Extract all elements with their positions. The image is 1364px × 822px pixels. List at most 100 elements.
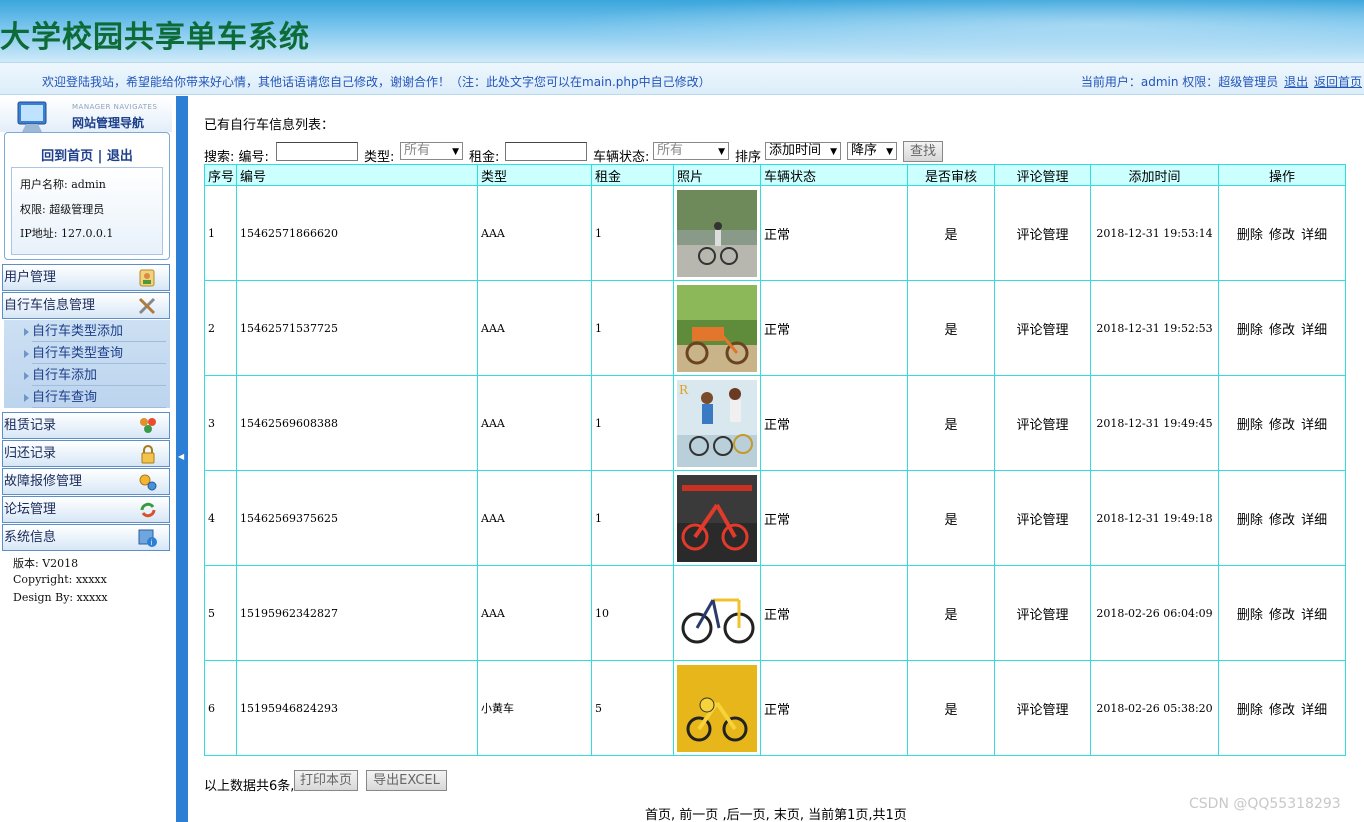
type-select[interactable]: 所有 ▼ <box>400 142 463 160</box>
comment-manage-link[interactable]: 评论管理 <box>994 280 1091 376</box>
comment-manage-link[interactable]: 评论管理 <box>994 565 1091 661</box>
exit-link[interactable]: 退出 <box>107 149 133 164</box>
comment-manage-link[interactable]: 评论管理 <box>994 375 1091 471</box>
role-text: 权限: 超级管理员 <box>20 203 105 216</box>
bike-photo[interactable] <box>677 474 757 562</box>
bike-code: 15195946824293 <box>236 660 478 756</box>
gears-icon <box>139 474 157 491</box>
sort-order-select[interactable]: 降序 ▼ <box>847 142 897 160</box>
table-header-row: 序号 编号 类型 租金 照片 车辆状态 是否审核 评论管理 添加时间 操作 <box>204 164 1346 186</box>
info-icon: i <box>138 529 157 547</box>
pager-first[interactable]: 首页, <box>645 808 675 822</box>
added-time: 2018-12-31 19:52:53 <box>1090 280 1219 376</box>
row-actions: 删除 修改 详细 <box>1218 470 1346 566</box>
export-excel-button[interactable]: 导出EXCEL <box>366 770 447 791</box>
detail-link[interactable]: 详细 <box>1301 513 1327 528</box>
home-link[interactable]: 回到首页 <box>41 149 93 164</box>
detail-link[interactable]: 详细 <box>1301 418 1327 433</box>
edit-link[interactable]: 修改 <box>1269 228 1295 243</box>
bike-type: AAA <box>477 185 592 281</box>
version-text: 版本: V2018 <box>13 557 79 570</box>
menu-label: 自行车信息管理 <box>4 298 96 313</box>
added-time: 2018-12-31 19:49:45 <box>1090 375 1219 471</box>
user-info-panel: 回到首页 | 退出 用户名称: admin 权限: 超级管理员 IP地址: 12… <box>4 132 170 260</box>
info-box: 用户名称: admin 权限: 超级管理员 IP地址: 127.0.0.1 <box>11 167 163 255</box>
table-body: 1 15462571866620 AAA 1 正常是评论管理 2018-12-31 19:… <box>204 185 1346 756</box>
pager-last[interactable]: 末页, <box>774 808 804 822</box>
delete-link[interactable]: 删除 <box>1237 418 1263 433</box>
row-index: 3 <box>204 375 237 471</box>
delete-link[interactable]: 删除 <box>1237 323 1263 338</box>
bike-photo[interactable] <box>677 284 757 372</box>
delete-link[interactable]: 删除 <box>1237 513 1263 528</box>
comment-manage-link[interactable]: 评论管理 <box>994 660 1091 756</box>
pager-prev[interactable]: 前一页 <box>679 808 718 822</box>
bike-rent: 1 <box>591 280 674 376</box>
sort-field-select[interactable]: 添加时间 ▼ <box>765 142 841 160</box>
print-button[interactable]: 打印本页 <box>294 770 358 791</box>
added-time: 2018-02-26 06:04:09 <box>1090 565 1219 661</box>
row-index: 6 <box>204 660 237 756</box>
search-label: 搜索: 编号: <box>204 150 269 165</box>
bike-photo[interactable] <box>677 189 757 277</box>
menu-label: 租赁记录 <box>4 418 57 433</box>
edit-link[interactable]: 修改 <box>1269 418 1295 433</box>
rent-input[interactable] <box>505 142 587 161</box>
bike-rent: 10 <box>591 565 674 661</box>
submenu-bike-type-query[interactable]: 自行车类型查询 <box>24 344 166 364</box>
audit-status: 是 <box>907 375 995 471</box>
edit-link[interactable]: 修改 <box>1269 323 1295 338</box>
added-time: 2018-02-26 05:38:20 <box>1090 660 1219 756</box>
status-select[interactable]: 所有 ▼ <box>653 142 729 160</box>
edit-link[interactable]: 修改 <box>1269 513 1295 528</box>
column-header: 操作 <box>1218 164 1346 186</box>
audit-status: 是 <box>907 280 995 376</box>
row-actions: 删除 修改 详细 <box>1218 280 1346 376</box>
bike-type: 小黄车 <box>477 660 592 756</box>
detail-link[interactable]: 详细 <box>1301 323 1327 338</box>
submenu-bike-query[interactable]: 自行车查询 <box>24 388 166 408</box>
bike-photo[interactable]: R <box>677 379 757 467</box>
bike-photo[interactable] <box>677 664 757 752</box>
detail-link[interactable]: 详细 <box>1301 703 1327 718</box>
bike-rent: 5 <box>591 660 674 756</box>
logout-link[interactable]: 退出 <box>1284 75 1308 89</box>
detail-link[interactable]: 详细 <box>1301 608 1327 623</box>
comment-manage-link[interactable]: 评论管理 <box>994 185 1091 281</box>
edit-link[interactable]: 修改 <box>1269 703 1295 718</box>
bike-photo[interactable] <box>677 569 757 657</box>
nav-header: MANAGER NAVIGATES 网站管理导航 <box>0 98 172 132</box>
edit-link[interactable]: 修改 <box>1269 608 1295 623</box>
submenu-bike-add[interactable]: 自行车添加 <box>24 366 166 386</box>
menu-bike-info-management[interactable]: 自行车信息管理 <box>2 292 170 319</box>
delete-link[interactable]: 删除 <box>1237 703 1263 718</box>
menu-forum-management[interactable]: 论坛管理 <box>2 496 170 523</box>
delete-link[interactable]: 删除 <box>1237 228 1263 243</box>
row-actions: 删除 修改 详细 <box>1218 565 1346 661</box>
submenu-bike-type-add[interactable]: 自行车类型添加 <box>24 322 166 342</box>
comment-manage-link[interactable]: 评论管理 <box>994 470 1091 566</box>
delete-link[interactable]: 删除 <box>1237 608 1263 623</box>
rent-label: 租金: <box>469 150 500 165</box>
menu-return-records[interactable]: 归还记录 <box>2 440 170 467</box>
main-content: 已有自行车信息列表： 搜索: 编号: 类型: 所有 ▼ 租金: 车辆状态: 所有 ▼… <box>188 96 1364 822</box>
detail-link[interactable]: 详细 <box>1301 228 1327 243</box>
sidebar-toggle-bar[interactable]: ◀ <box>176 96 188 822</box>
search-button[interactable]: 查找 <box>903 141 943 162</box>
dropdown-arrow-icon: ▼ <box>886 147 893 157</box>
menu-repair-management[interactable]: 故障报修管理 <box>2 468 170 495</box>
sort-label: 排序 <box>735 150 762 165</box>
bike-status: 正常 <box>760 660 908 756</box>
users-group-icon <box>140 418 156 433</box>
menu-rental-records[interactable]: 租赁记录 <box>2 412 170 439</box>
row-actions: 删除 修改 详细 <box>1218 660 1346 756</box>
menu-system-info[interactable]: 系统信息 i <box>2 524 170 551</box>
list-title: 已有自行车信息列表： <box>204 118 335 133</box>
pager-next[interactable]: ,后一页, <box>722 808 769 822</box>
menu-user-management[interactable]: 用户管理 <box>2 264 170 291</box>
bike-type: AAA <box>477 470 592 566</box>
back-home-link[interactable]: 返回首页 <box>1314 75 1362 89</box>
column-header: 类型 <box>477 164 592 186</box>
audit-status: 是 <box>907 565 995 661</box>
code-input[interactable] <box>276 142 358 161</box>
